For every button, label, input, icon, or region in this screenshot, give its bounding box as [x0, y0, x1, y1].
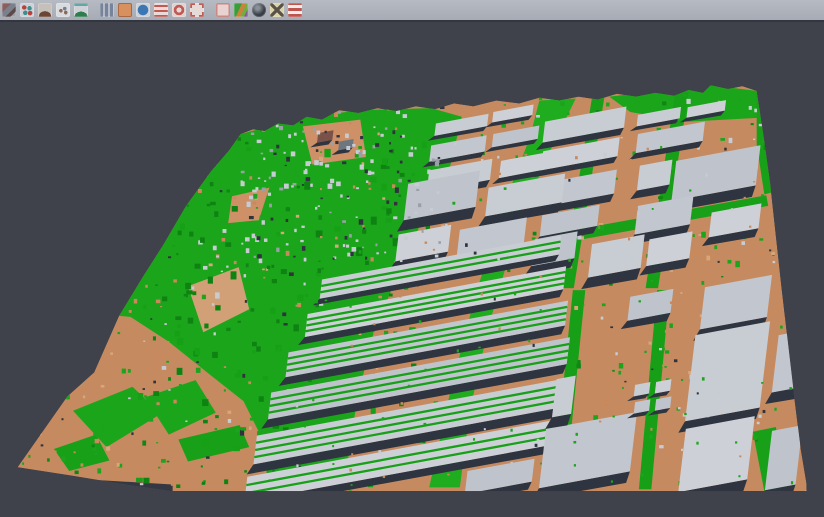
toolbar [0, 0, 824, 22]
contour-lines-icon[interactable] [154, 3, 168, 17]
building-roof [685, 321, 770, 421]
toolbar-group-gap [90, 12, 98, 13]
cross-arrows-icon[interactable] [270, 3, 284, 17]
globe-icon[interactable] [136, 3, 150, 17]
terrain-scene [0, 22, 824, 517]
crop-corners-icon[interactable] [190, 3, 204, 17]
dark-sphere-icon[interactable] [252, 3, 266, 17]
striped-flag-icon[interactable] [288, 3, 302, 17]
point-pair-icon[interactable] [20, 3, 34, 17]
classification-map-icon[interactable] [234, 3, 248, 17]
ortho-tile-icon[interactable] [118, 3, 132, 17]
mosaic-icon[interactable] [2, 3, 16, 17]
top-clearing [303, 120, 366, 165]
3d-viewport[interactable] [0, 22, 824, 517]
target-circle-icon[interactable] [172, 3, 186, 17]
terrain-mound-icon[interactable] [38, 3, 52, 17]
selection-box-icon[interactable] [216, 3, 230, 17]
toolbar-group-gap [206, 12, 214, 13]
sparse-points-icon[interactable] [56, 3, 70, 17]
profile-columns-icon[interactable] [100, 3, 114, 17]
green-hill-icon[interactable] [74, 3, 88, 17]
terrain-mesh [18, 85, 810, 510]
application-window [0, 0, 824, 517]
